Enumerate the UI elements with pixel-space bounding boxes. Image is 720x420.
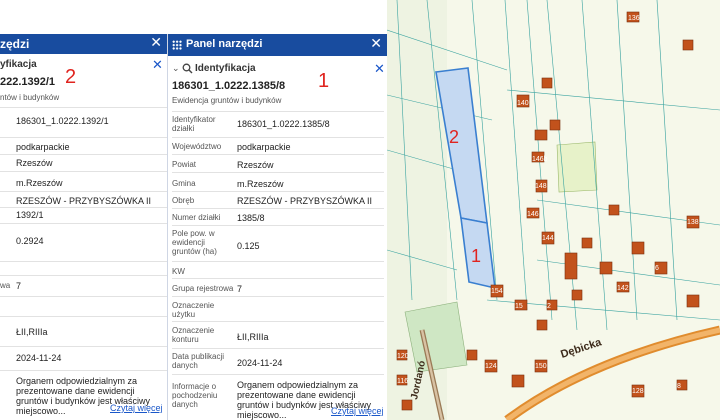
building-number: 138	[687, 219, 699, 226]
building-number: 136	[628, 15, 640, 22]
row-value: 7	[237, 284, 243, 294]
section-title: yfikacja	[0, 59, 37, 70]
search-icon	[182, 63, 193, 74]
row-value: 0.125	[237, 241, 260, 251]
row-value: 0.2924	[16, 236, 44, 246]
row-value: 2024-11-24	[237, 358, 283, 368]
row-value: Rzeszów	[16, 158, 53, 168]
parcel-label: 1	[471, 246, 481, 266]
row-label: Numer działki	[172, 213, 221, 222]
row-label: Informacje o pochodzeniu danych	[172, 382, 218, 409]
row-label: KW	[172, 267, 185, 276]
row-value: podkarpackie	[16, 142, 70, 152]
panel-title: zędzi	[0, 37, 30, 51]
parcel-id: 186301_1.0222.1385/8	[172, 80, 286, 92]
building-number: 6	[655, 265, 659, 272]
row-value: 1385/8	[237, 213, 265, 223]
row-value: ŁII,RIIIa	[16, 327, 48, 337]
section-title: Identyfikacja	[195, 63, 256, 74]
row-value: 186301_1.0222.1392/1	[16, 116, 109, 126]
section-close-icon[interactable]: ✕	[374, 61, 385, 77]
building-number: 154	[491, 288, 503, 295]
building-number: 150	[535, 363, 547, 370]
building-number: 124	[485, 363, 497, 370]
close-icon[interactable]: ✕	[370, 35, 382, 52]
grid-icon	[172, 40, 182, 50]
marker-label: 2	[65, 66, 77, 88]
building-number: 2	[547, 303, 551, 310]
cadastral-map[interactable]: 2 1 136 140 146b 144 138 142 148 146 154…	[387, 0, 720, 420]
panel-header: Panel narzędzi ✕	[168, 34, 387, 56]
building-number: 8	[677, 383, 681, 390]
data-source: ntów i budynków	[0, 93, 60, 102]
identification-panel-secondary: zędzi ✕ yfikacja ✕ 2 222.1392/1 ntów i b…	[0, 34, 168, 420]
read-more-link[interactable]: Czytaj więcej	[331, 406, 384, 416]
row-value: RZESZÓW - PRZYBYSZÓWKA II	[16, 196, 152, 206]
building-number: 128	[632, 388, 644, 395]
building-number: 140	[517, 100, 529, 107]
row-value: 1392/1	[16, 210, 44, 220]
row-value: 186301_1.0222.1385/8	[237, 119, 330, 129]
row-label: Oznaczenie użytku	[172, 301, 215, 319]
row-label: Powiat	[172, 160, 197, 169]
building-number: 120	[397, 353, 409, 360]
row-value: RZESZÓW - PRZYBYSZÓWKA II	[237, 196, 373, 206]
parcel-label: 2	[449, 127, 459, 147]
row-value: ŁII,RIIIa	[237, 332, 269, 342]
map-view[interactable]: 2 1 136 140 146b 144 138 142 148 146 154…	[387, 0, 720, 420]
chevron-down-icon[interactable]: ⌄	[172, 63, 180, 74]
row-label: Identyfikator działki	[172, 115, 216, 133]
row-label: Gmina	[172, 179, 196, 188]
section-close-icon[interactable]: ✕	[152, 57, 163, 73]
row-label: Oznaczenie konturu	[172, 326, 215, 344]
building-number: 15	[515, 303, 523, 310]
row-label: Data publikacji danych	[172, 352, 225, 370]
building-number: 146b	[532, 156, 548, 163]
read-more-link[interactable]: Czytaj więcej	[110, 403, 163, 413]
panel-title: Panel narzędzi	[186, 38, 263, 50]
building-number: 144	[542, 235, 554, 242]
row-value: 7	[16, 281, 22, 291]
row-value: m.Rzeszów	[16, 178, 63, 188]
building-number: 148	[535, 183, 547, 190]
row-value: 2024-11-24	[16, 353, 62, 363]
row-value: podkarpackie	[237, 142, 291, 152]
marker-label: 1	[318, 70, 330, 92]
close-icon[interactable]: ✕	[150, 34, 162, 51]
row-label: wa	[0, 281, 11, 290]
row-label: Obręb	[172, 196, 195, 205]
row-value: m.Rzeszów	[237, 179, 284, 189]
row-value: Rzeszów	[237, 160, 274, 170]
row-label: Grupa rejestrowa	[172, 284, 234, 293]
building-number: 142	[617, 285, 629, 292]
identification-panel: Panel narzędzi ✕ ⌄ Identyfikacja ✕ 1 186…	[167, 34, 387, 420]
building-number: 116	[397, 378, 408, 385]
panel-header: zędzi ✕	[0, 34, 168, 54]
data-source: Ewidencja gruntów i budynków	[172, 96, 282, 105]
row-label: Województwo	[172, 142, 222, 151]
row-label: Pole pow. w ewidencji gruntów (ha)	[172, 229, 217, 256]
building-number: 146	[527, 211, 539, 218]
parcel-id: 222.1392/1	[0, 76, 56, 88]
